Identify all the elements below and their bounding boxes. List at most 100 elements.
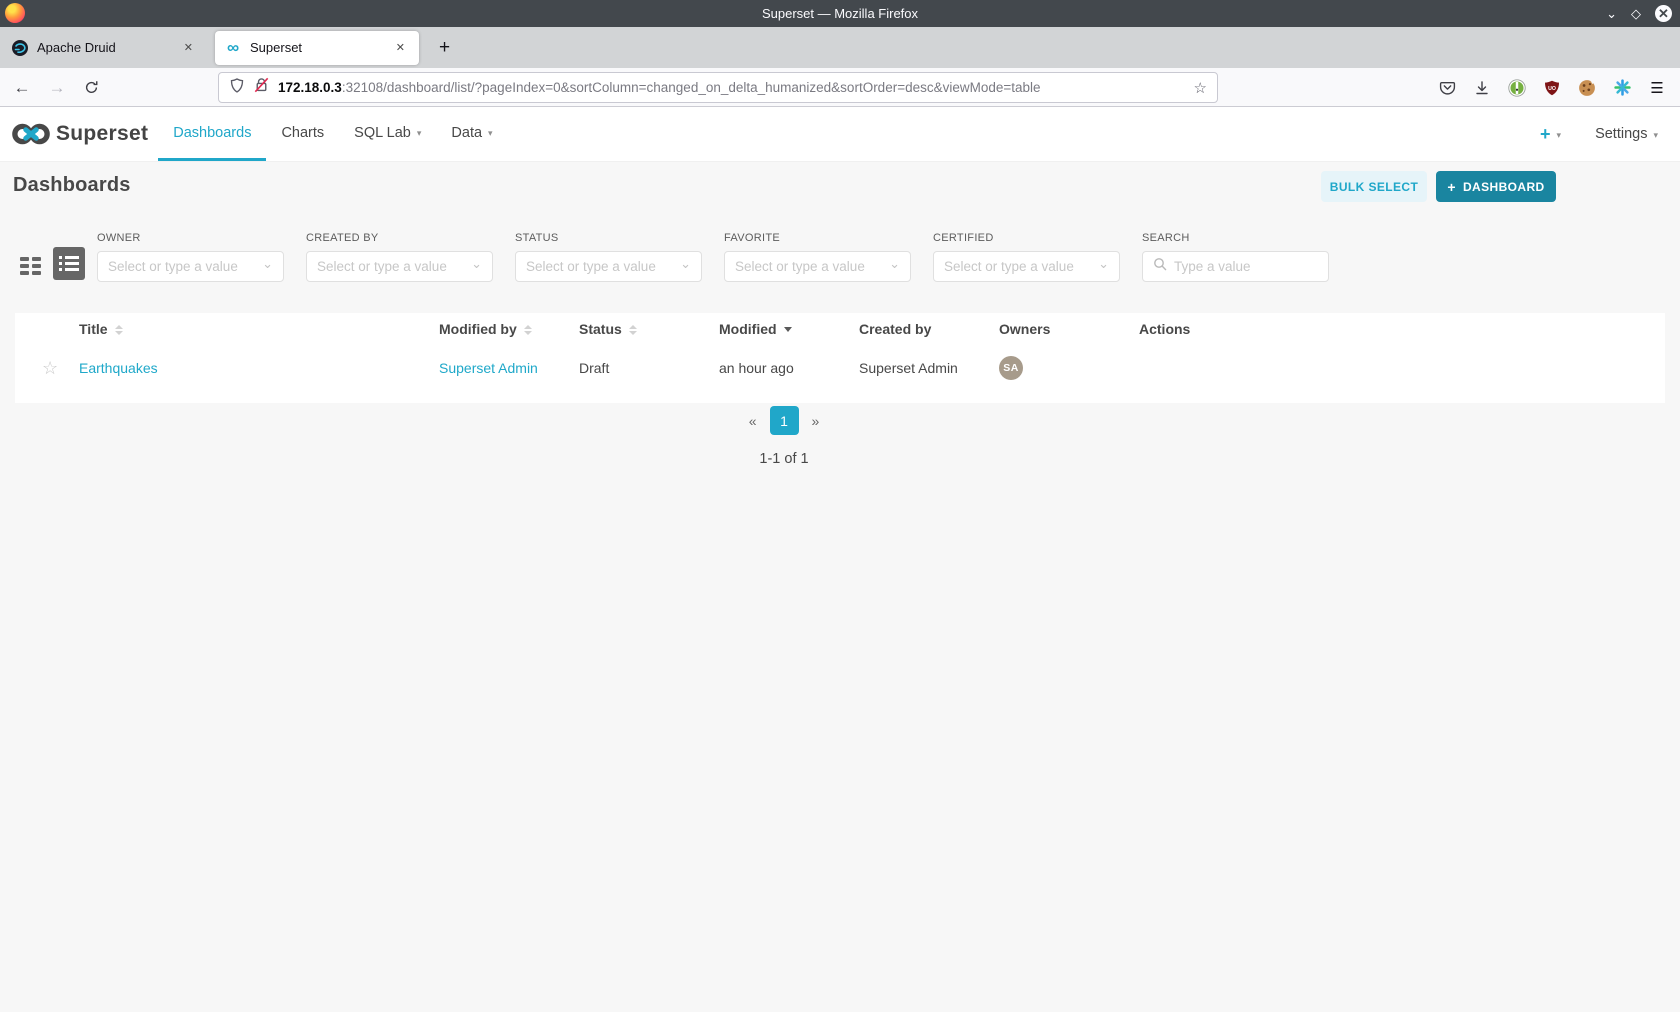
- placeholder: Select or type a value: [944, 259, 1074, 274]
- certified-filter-select[interactable]: Select or type a value ⌄: [933, 251, 1120, 282]
- plus-icon: +: [1447, 178, 1456, 195]
- filter-label-favorite: FAVORITE: [724, 232, 780, 244]
- superset-logo-icon: [12, 123, 50, 145]
- forward-button[interactable]: →: [43, 68, 71, 107]
- settings-menu[interactable]: Settings ▾: [1595, 126, 1658, 142]
- superset-navbar: Superset Dashboards Charts SQL Lab ▾ Dat…: [0, 107, 1680, 162]
- chevron-down-icon: ⌄: [1098, 255, 1109, 271]
- bookmark-star-icon[interactable]: ☆: [1194, 79, 1207, 97]
- new-item-menu[interactable]: + ▾: [1540, 124, 1561, 145]
- column-header-status[interactable]: Status: [579, 321, 719, 337]
- new-tab-button[interactable]: +: [431, 37, 458, 59]
- filter-label-status: STATUS: [515, 232, 559, 244]
- status-cell: Draft: [579, 360, 610, 376]
- dashboard-title-link[interactable]: Earthquakes: [79, 360, 158, 376]
- url-bar[interactable]: 172.18.0.3:32108/dashboard/list/?pageInd…: [218, 72, 1218, 103]
- chevron-down-icon: ▾: [416, 128, 422, 138]
- column-header-title[interactable]: Title: [79, 321, 439, 337]
- insecure-lock-icon[interactable]: [254, 77, 269, 98]
- url-path: :32108/dashboard/list/?pageIndex=0&sortC…: [341, 80, 1041, 95]
- sort-desc-icon: [783, 327, 792, 332]
- column-label: Status: [579, 321, 622, 337]
- tab-close-icon[interactable]: ✕: [180, 39, 197, 56]
- tab-title: Superset: [250, 40, 303, 55]
- placeholder: Select or type a value: [735, 259, 865, 274]
- chevron-down-icon: ⌄: [889, 255, 900, 271]
- nav-item-dashboards[interactable]: Dashboards: [158, 107, 267, 161]
- search-input[interactable]: Type a value: [1142, 251, 1329, 282]
- tab-title: Apache Druid: [37, 40, 116, 55]
- column-header-modified-by[interactable]: Modified by: [439, 321, 579, 337]
- sort-icon: [523, 324, 532, 335]
- table-header-row: Title Modified by Status Modified Create…: [15, 313, 1665, 345]
- placeholder: Type a value: [1174, 259, 1251, 274]
- sort-icon: [628, 324, 637, 335]
- modified-cell: an hour ago: [719, 360, 794, 376]
- brand-name: Superset: [56, 122, 149, 145]
- pocket-icon[interactable]: [1438, 79, 1456, 97]
- bulk-select-button[interactable]: BULK SELECT: [1321, 171, 1427, 202]
- chevron-down-icon: ▾: [488, 128, 493, 138]
- cookie-extension-icon[interactable]: [1578, 79, 1596, 97]
- browser-toolbar: ← → 172.18.0.3:32108/dashboard/list/?pag…: [0, 68, 1680, 107]
- url-text[interactable]: 172.18.0.3:32108/dashboard/list/?pageInd…: [278, 80, 1194, 95]
- tracking-shield-icon[interactable]: [229, 77, 245, 99]
- next-page-button[interactable]: »: [812, 413, 820, 429]
- created-by-cell: Superset Admin: [859, 360, 958, 376]
- placeholder: Select or type a value: [108, 259, 238, 274]
- page-1-button[interactable]: 1: [769, 406, 799, 435]
- maximize-icon[interactable]: ◇: [1631, 7, 1641, 20]
- placeholder: Select or type a value: [526, 259, 656, 274]
- nav-item-charts[interactable]: Charts: [266, 107, 339, 161]
- column-header-owners: Owners: [999, 321, 1139, 337]
- druid-favicon-icon: [12, 39, 28, 56]
- svg-text:UO: UO: [1548, 85, 1556, 91]
- dashboards-page: Dashboards BULK SELECT + DASHBOARD OWNER…: [0, 162, 1680, 1012]
- column-label: Actions: [1139, 321, 1191, 337]
- downloads-icon[interactable]: [1473, 79, 1491, 97]
- privacy-badger-icon[interactable]: [1508, 78, 1526, 97]
- card-view-toggle[interactable]: [20, 257, 42, 277]
- back-button[interactable]: ←: [8, 68, 36, 107]
- nav-label: Charts: [281, 124, 325, 141]
- column-header-actions: Actions: [1139, 321, 1665, 337]
- created-by-filter-select[interactable]: Select or type a value ⌄: [306, 251, 493, 282]
- ublock-origin-icon[interactable]: UO: [1543, 79, 1561, 97]
- reload-button[interactable]: [77, 68, 105, 107]
- previous-page-button[interactable]: «: [749, 413, 757, 429]
- owner-avatar[interactable]: SA: [999, 356, 1023, 380]
- superset-logo[interactable]: Superset: [0, 107, 148, 161]
- favorite-star-icon[interactable]: ☆: [42, 358, 58, 378]
- status-filter-select[interactable]: Select or type a value ⌄: [515, 251, 702, 282]
- chevron-down-icon: ⌄: [262, 255, 273, 271]
- chevron-down-icon: ▾: [1556, 129, 1562, 140]
- new-dashboard-button[interactable]: + DASHBOARD: [1436, 171, 1556, 202]
- modified-by-link[interactable]: Superset Admin: [439, 360, 538, 376]
- results-summary: 1-1 of 1: [759, 451, 809, 467]
- url-host: 172.18.0.3: [278, 80, 342, 95]
- filter-label-owner: OWNER: [97, 232, 141, 244]
- filter-label-search: SEARCH: [1142, 232, 1190, 244]
- column-header-modified[interactable]: Modified: [719, 321, 859, 337]
- dashboards-table: Title Modified by Status Modified Create…: [15, 313, 1665, 403]
- close-icon[interactable]: ✕: [1655, 5, 1672, 22]
- tab-superset[interactable]: ∞ Superset ✕: [215, 30, 419, 65]
- favorite-filter-select[interactable]: Select or type a value ⌄: [724, 251, 911, 282]
- plus-icon: +: [1540, 123, 1551, 144]
- nav-item-data[interactable]: Data ▾: [436, 107, 507, 161]
- tab-apache-druid[interactable]: Apache Druid ✕: [2, 31, 207, 65]
- filter-label-created-by: CREATED BY: [306, 232, 379, 244]
- asterisk-extension-icon[interactable]: [1613, 79, 1631, 97]
- column-label: Modified by: [439, 321, 517, 337]
- column-label: Title: [79, 321, 108, 337]
- nav-item-sql-lab[interactable]: SQL Lab ▾: [339, 107, 436, 161]
- tab-bar: Apache Druid ✕ ∞ Superset ✕ +: [0, 27, 1680, 68]
- search-icon: [1153, 257, 1167, 276]
- settings-label: Settings: [1595, 126, 1648, 142]
- owner-filter-select[interactable]: Select or type a value ⌄: [97, 251, 284, 282]
- list-view-toggle[interactable]: [53, 247, 85, 280]
- menu-icon[interactable]: ☰: [1648, 79, 1666, 97]
- minimize-icon[interactable]: ⌄: [1606, 7, 1617, 20]
- tab-close-icon[interactable]: ✕: [392, 39, 409, 56]
- column-label: Modified: [719, 321, 777, 337]
